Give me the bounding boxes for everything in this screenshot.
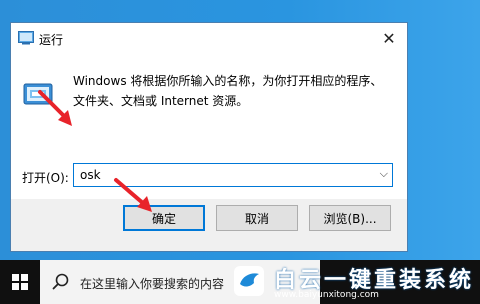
dialog-description: Windows 将根据你所输入的名称，为你打开相应的程序、 文件夹、文档或 In…	[73, 71, 393, 111]
watermark: 白云一键重装系统 www.baiyunxitong.com	[234, 262, 474, 302]
run-dialog: 运行 ✕ Windows 将根据你所输入的名称，为你打开相应的程序、 文件夹、文…	[10, 22, 408, 252]
close-button[interactable]: ✕	[371, 23, 407, 53]
chevron-down-icon[interactable]: ⌵	[380, 167, 388, 181]
title-bar: 运行 ✕	[11, 23, 407, 53]
browse-button[interactable]: 浏览(B)...	[309, 205, 391, 231]
close-icon: ✕	[382, 28, 396, 48]
windows-logo-icon	[12, 274, 28, 290]
run-icon	[23, 83, 53, 105]
open-combobox[interactable]: osk ⌵	[73, 163, 393, 187]
cancel-button[interactable]: 取消	[216, 205, 298, 231]
dialog-title: 运行	[39, 33, 64, 47]
search-icon	[52, 273, 69, 290]
watermark-url: www.baiyunxitong.com	[274, 290, 379, 300]
description-line-1: Windows 将根据你所输入的名称，为你打开相应的程序、	[73, 74, 383, 88]
start-button[interactable]	[0, 260, 40, 304]
bird-logo-icon	[234, 266, 264, 296]
ok-button[interactable]: 确定	[123, 205, 205, 231]
dialog-footer: 确定 取消 浏览(B)...	[11, 199, 407, 251]
dialog-content: Windows 将根据你所输入的名称，为你打开相应的程序、 文件夹、文档或 In…	[11, 53, 407, 199]
search-placeholder[interactable]: 在这里输入你要搜索的内容	[80, 275, 224, 292]
run-app-icon	[18, 31, 34, 45]
description-line-2: 文件夹、文档或 Internet 资源。	[73, 94, 249, 108]
open-input-value[interactable]: osk	[80, 168, 101, 182]
open-label: 打开(O):	[22, 171, 69, 185]
